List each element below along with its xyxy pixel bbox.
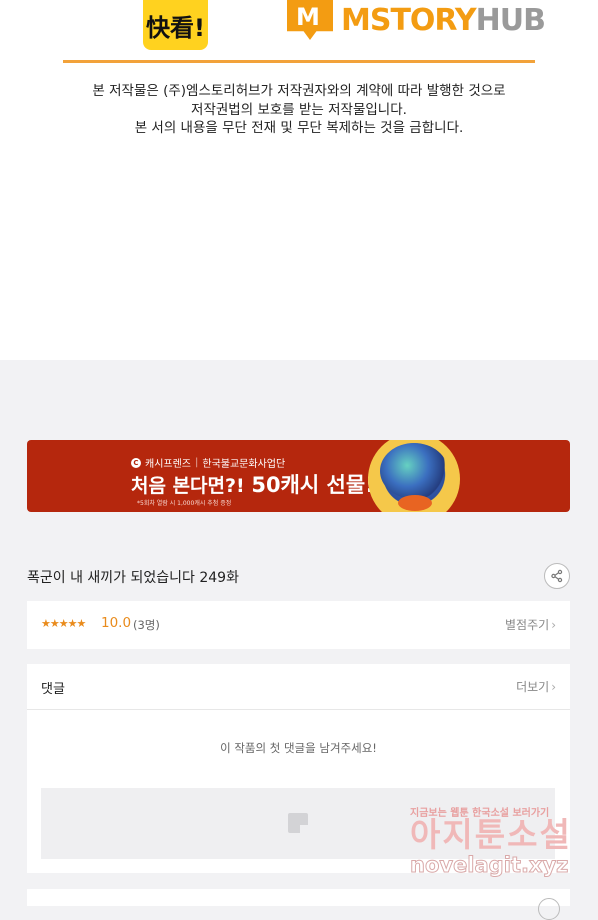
comment-input[interactable]: [41, 788, 555, 859]
kakao-logo-text: 快看!: [146, 13, 205, 42]
kakao-logo: 快看!: [143, 0, 208, 50]
comments-empty-message: 이 작품의 첫 댓글을 남겨주세요!: [220, 741, 377, 755]
rating-card: ★★★★★ 10.0 (3명) 별점주기 ›: [27, 601, 570, 649]
mstoryhub-logo: M MSTORYHUB: [287, 0, 546, 40]
comments-more-button[interactable]: 더보기 ›: [516, 678, 556, 695]
episode-title: 폭군이 내 새끼가 되었습니다 249화: [27, 570, 239, 586]
copyright-line-2: 저작권법의 보호를 받는 저작물입니다.: [191, 101, 407, 118]
section-action-icon[interactable]: [538, 898, 560, 920]
next-section-card: [27, 889, 570, 920]
banner-partner: 한국불교문화사업단: [202, 459, 286, 470]
mstory-m-icon: M: [287, 0, 333, 40]
copyright-line-1: 본 저작물은 (주)엠스토리허브가 저작권자와의 계약에 따라 발행한 것으로: [92, 83, 506, 99]
rate-button[interactable]: 별점주기 ›: [505, 616, 556, 633]
mstoryhub-wordmark: MSTORYHUB: [341, 2, 546, 38]
banner-separator: |: [195, 457, 199, 468]
comments-header: 댓글 더보기 ›: [27, 664, 570, 710]
copyright-line-3: 본 서의 내용을 무단 전재 및 무단 복제하는 것을 금합니다.: [134, 120, 464, 136]
chevron-right-icon: ›: [551, 680, 556, 694]
dragon-illustration: [368, 440, 460, 512]
rating-stars: ★★★★★: [41, 617, 86, 630]
chevron-right-icon: ›: [551, 618, 556, 632]
rating-count: (3명): [133, 618, 160, 632]
comments-label: 댓글: [41, 682, 65, 697]
comic-end-page: 快看! M MSTORYHUB 본 저작물은 (주)엠스토리허브가 저작권자와의…: [0, 0, 598, 360]
promo-banner[interactable]: C 캐시프렌즈 | 한국불교문화사업단 처음 본다면?! 50캐시 선물!! *…: [27, 440, 570, 512]
banner-headline: 처음 본다면?! 50캐시 선물!!: [131, 473, 385, 497]
share-icon: [551, 569, 563, 583]
episode-title-row: 폭군이 내 새끼가 되었습니다 249화: [27, 561, 570, 591]
rating-score: 10.0: [101, 615, 132, 631]
banner-brand: 캐시프렌즈: [145, 459, 191, 470]
share-button[interactable]: [544, 563, 570, 589]
banner-brand-row: C 캐시프렌즈 | 한국불교문화사업단: [131, 455, 285, 470]
divider-line: [63, 60, 535, 63]
comment-placeholder-icon: [288, 813, 308, 833]
copyright-notice: 본 저작물은 (주)엠스토리허브가 저작권자와의 계약에 따라 발행한 것으로 …: [0, 82, 598, 138]
cashfriends-icon: C: [131, 457, 141, 468]
comments-card: 댓글 더보기 › 이 작품의 첫 댓글을 남겨주세요!: [27, 664, 570, 873]
banner-fineprint: *5회차 열람 시 1,000캐시 추첨 증정: [137, 500, 232, 507]
